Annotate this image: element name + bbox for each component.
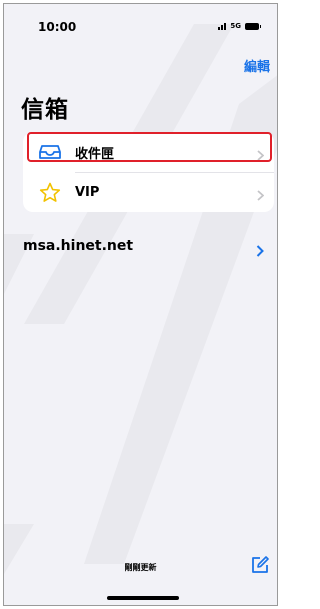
status-bar: 10:00 5G [4, 4, 277, 44]
account-row[interactable]: msa.hinet.net [4, 236, 277, 260]
page-title: 信箱 [21, 97, 69, 123]
home-indicator[interactable] [107, 596, 179, 600]
signal-icon [218, 22, 227, 30]
update-status: 剛剛更新 [124, 563, 157, 572]
chevron-right-icon [256, 242, 264, 261]
account-name: msa.hinet.net [23, 238, 134, 254]
mailbox-item-label: VIP [75, 184, 100, 200]
edit-button[interactable]: 編輯 [244, 56, 270, 75]
compose-icon[interactable] [251, 556, 269, 574]
inbox-highlight-box [27, 132, 272, 162]
chevron-right-icon [257, 186, 265, 205]
phone-screen: 10:00 5G 編輯 信箱 收件匣 VIP msa.hinet.net 剛剛更… [3, 3, 278, 606]
network-label: 5G [230, 22, 241, 30]
status-icons: 5G [218, 22, 261, 30]
mailbox-item-vip[interactable]: VIP [23, 172, 274, 212]
star-icon [38, 180, 62, 204]
status-time: 10:00 [38, 20, 77, 34]
battery-icon [245, 22, 261, 30]
